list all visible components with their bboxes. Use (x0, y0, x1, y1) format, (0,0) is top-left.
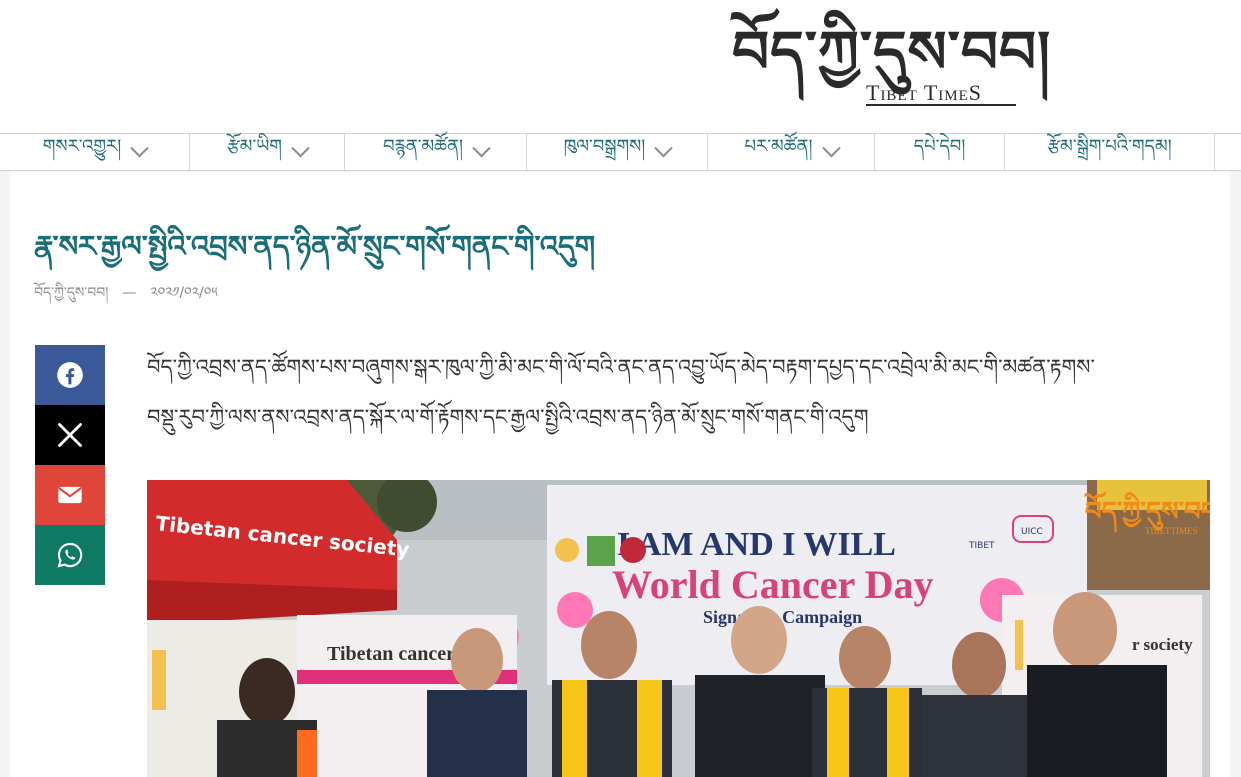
chevron-down-icon (472, 138, 491, 157)
partner-logo-tibet: TIBET (968, 541, 995, 551)
site-logo[interactable]: བོད་ཀྱི་དུས་བབ། Tibet TimeS (732, 12, 1050, 108)
site-header: བོད་ཀྱི་དུས་བབ། Tibet TimeS (0, 0, 1241, 133)
nav-item-books[interactable]: དཔེ་དེབ། (875, 134, 1005, 170)
nav-item-label: རྩོམ་སྒྲིག་པའི་གདམ། (1047, 136, 1172, 157)
nav-item-articles[interactable]: རྩོམ་ཡིག (190, 134, 345, 170)
article-title: རྣ་སར་རྒྱལ་སྤྱིའི་འབྲས་ནད་ཉིན་མོ་སྲུང་གས… (34, 229, 596, 263)
chevron-down-icon (654, 138, 673, 157)
chevron-down-icon (130, 138, 149, 157)
banner-line-2: World Cancer Day (612, 562, 933, 607)
article-lead: བོད་ཀྱི་འབྲས་ནད་ཚོགས་པས་བཞུགས་སྒར་ཁུལ་ཀྱ… (147, 342, 1209, 442)
logo-english-text: Tibet TimeS (866, 80, 983, 105)
rollup-right-text: r society (1132, 635, 1193, 654)
article-meta: བོད་ཀྱི་དུས་བབ། — ༢༠༢༡/༠༢/༠༥ (34, 276, 218, 316)
main-nav: གསར་འགྱུར། རྩོམ་ཡིག བརྙན་མཚོན། ཁུལ་བསྒྲག… (0, 133, 1241, 171)
banner-line-1: I AM AND I WILL (617, 526, 896, 563)
rollup-left-text: Tibetan cancer (327, 643, 455, 665)
whatsapp-icon (57, 542, 83, 568)
share-whatsapp-button[interactable] (35, 525, 105, 585)
nav-item-label: ཁུལ་བསྒྲགས། (563, 136, 646, 157)
share-email-button[interactable] (35, 465, 105, 525)
nav-item-label: རྩོམ་ཡིག (227, 136, 282, 157)
mail-icon (58, 486, 82, 504)
article-date: ༢༠༢༡/༠༢/༠༥ (150, 285, 218, 301)
article-author[interactable]: བོད་ཀྱི་དུས་བབ། (34, 285, 108, 301)
x-icon (58, 423, 82, 447)
lead-line: བོད་ཀྱི་འབྲས་ནད་ཚོགས་པས་བཞུགས་སྒར་ཁུལ་ཀྱ… (147, 355, 1095, 379)
share-bar (35, 345, 105, 585)
nav-item-label: དཔེ་དེབ། (913, 136, 966, 157)
article-photo: Tibetan cancer society I AM AND I WILL W… (147, 480, 1210, 777)
photo-watermark-sub: TIBETTIMES (1145, 526, 1198, 536)
share-x-button[interactable] (35, 405, 105, 465)
nav-item-video[interactable]: བརྙན་མཚོན། (345, 134, 527, 170)
nav-item-announcements[interactable]: ཁུལ་བསྒྲགས། (527, 134, 708, 170)
article-container: རྣ་སར་རྒྱལ་སྤྱིའི་འབྲས་ནད་ཉིན་མོ་སྲུང་གས… (10, 172, 1230, 777)
nav-item-label: བརྙན་མཚོན། (383, 136, 463, 157)
chevron-down-icon (821, 138, 841, 157)
share-facebook-button[interactable] (35, 345, 105, 405)
nav-item-label: གསར་འགྱུར། (42, 136, 122, 157)
facebook-icon (57, 362, 83, 388)
lead-line: བསྡུ་རུབ་ཀྱི་ལས་ནས་འབྲས་ནད་སྐོར་ལ་གོ་རྟོ… (147, 405, 869, 429)
nav-item-editorial[interactable]: རྩོམ་སྒྲིག་པའི་གདམ། (1005, 134, 1215, 170)
logo-underline (866, 104, 1016, 106)
partner-logo-uicc: UICC (1021, 527, 1043, 537)
nav-item-label: པར་མཚོན། (744, 136, 813, 157)
chevron-down-icon (291, 138, 310, 157)
event-photo-illustration: Tibetan cancer society I AM AND I WILL W… (147, 480, 1210, 777)
meta-separator: — (122, 285, 137, 301)
nav-item-photos[interactable]: པར་མཚོན། (708, 134, 875, 170)
nav-item-news[interactable]: གསར་འགྱུར། (0, 134, 190, 170)
